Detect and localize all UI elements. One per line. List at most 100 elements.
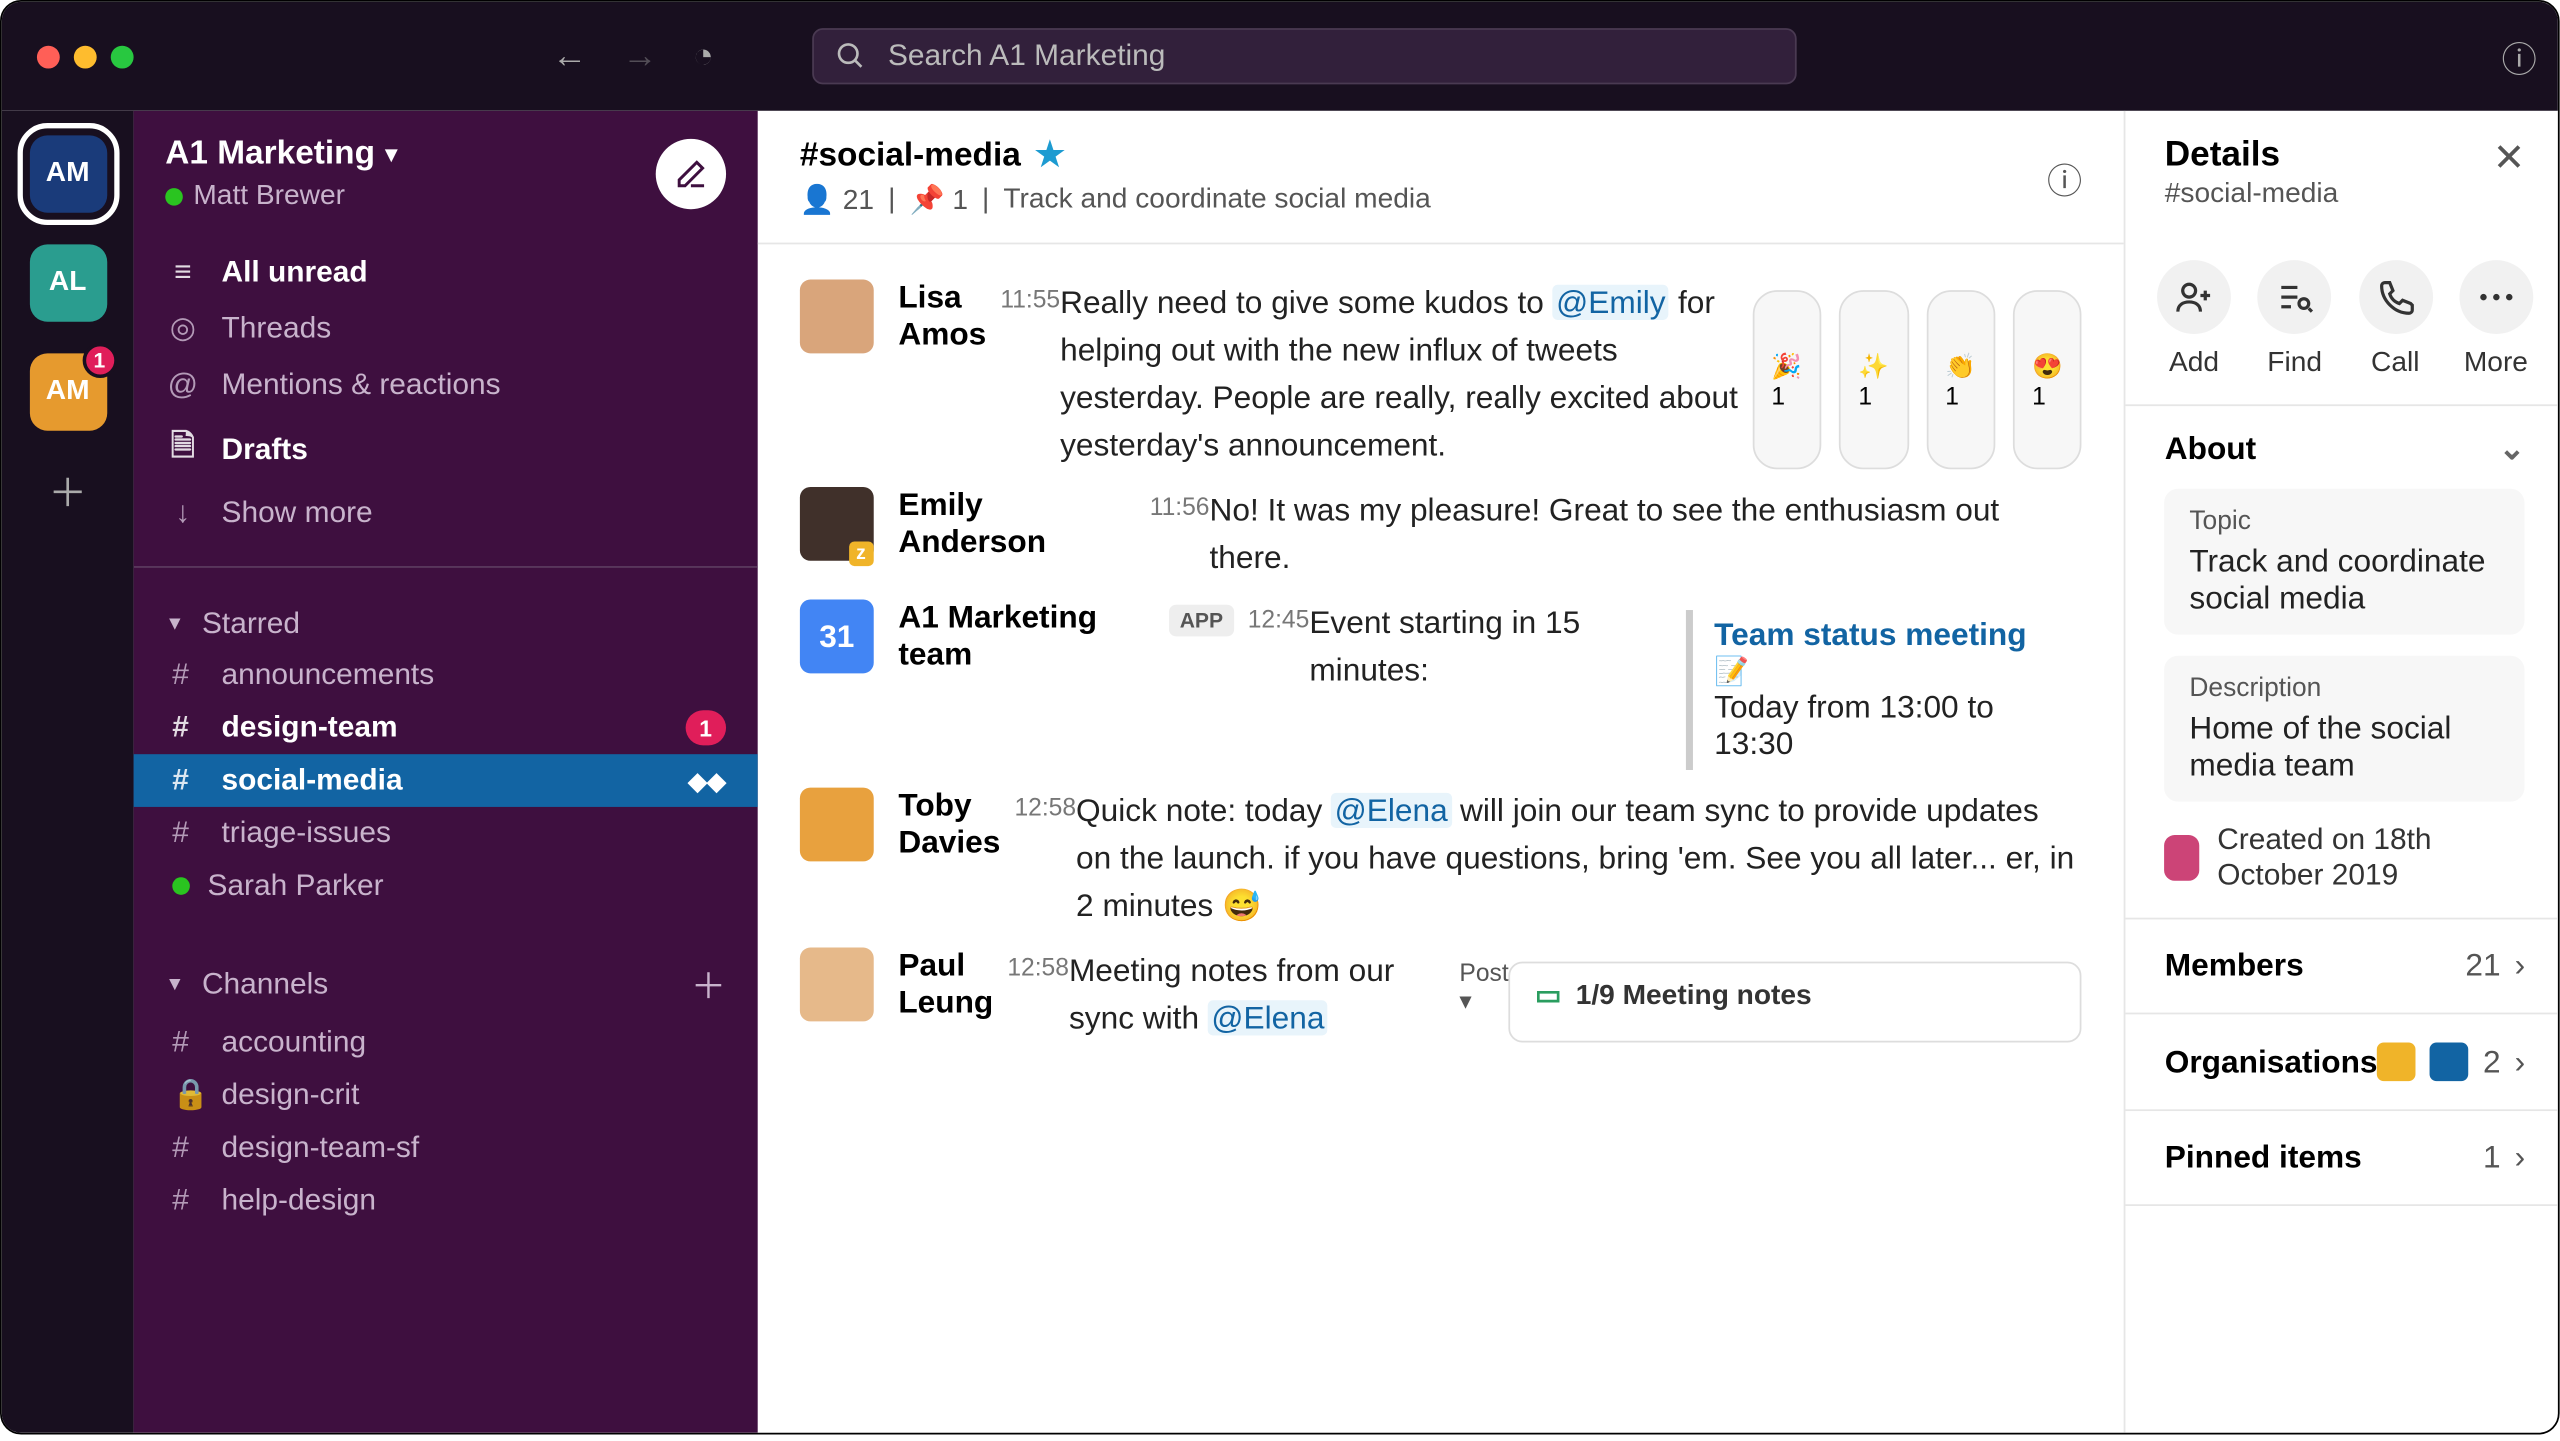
sidebar-nav-mentions-reactions[interactable]: @Mentions & reactions [134,357,758,413]
about-label[interactable]: About [2165,431,2256,468]
creator-avatar[interactable] [2165,835,2200,881]
chevron-down-icon[interactable]: ⌄ [2499,431,2526,468]
add-workspace-icon[interactable]: ＋ [48,462,87,518]
channel-item-help-design[interactable]: #help-design [134,1174,758,1227]
channel-item-Sarah Parker[interactable]: Sarah Parker [134,860,758,913]
organisations-row[interactable]: Organisations 2 › [2126,1014,2558,1111]
reaction-button[interactable]: 🎉 1 [1752,290,1821,469]
reaction-button[interactable]: ✨ 1 [1839,290,1908,469]
channel-item-announcements[interactable]: #announcements [134,649,758,702]
sidebar-nav-drafts[interactable]: 🗎Drafts [134,413,758,485]
user-avatar[interactable] [800,948,874,1022]
message-time[interactable]: 12:45 [1248,605,1310,633]
org-icon [2430,1042,2469,1081]
chevron-right-icon: › [2515,1139,2526,1176]
caret-down-icon: ▼ [165,973,184,994]
search-placeholder: Search A1 Marketing [888,39,1165,74]
find-icon [2258,260,2332,334]
history-icon[interactable]: ◔ [693,36,714,76]
close-window-icon[interactable] [37,45,60,68]
user-mention[interactable]: @Elena [1208,1000,1328,1035]
created-info: Created on 18th October 2019 [2165,823,2525,893]
details-action-find[interactable]: Find [2258,260,2332,380]
close-icon[interactable]: ✕ [2493,135,2525,181]
topic-box[interactable]: Topic Track and coordinate social media [2165,489,2525,635]
sidebar-header[interactable]: A1 Marketing ▾ Matt Brewer [134,111,758,238]
user-mention[interactable]: @Elena [1331,793,1451,828]
info-icon[interactable]: ⓘ [2047,153,2082,204]
help-icon[interactable]: ⓘ [2502,31,2537,82]
channel-prefix-icon: 🔒 [172,1078,204,1113]
members-row[interactable]: Members 21 › [2126,919,2558,1014]
user-avatar[interactable] [800,788,874,862]
channel-item-design-crit[interactable]: 🔒design-crit [134,1069,758,1122]
sidebar-nav-all-unread[interactable]: ≡All unread [134,244,758,300]
pinned-row[interactable]: Pinned items 1 › [2126,1111,2558,1206]
user-mention[interactable]: @Emily [1553,285,1670,320]
channel-item-design-team-sf[interactable]: #design-team-sf [134,1122,758,1175]
workspace-switcher-0[interactable]: AM [29,135,106,212]
details-action-add[interactable]: Add [2157,260,2231,380]
app-badge: APP [1169,605,1233,637]
message-time[interactable]: 12:58 [1007,953,1069,981]
minimize-window-icon[interactable] [74,45,97,68]
nav-icon: 🗎 [165,424,200,475]
sidebar-nav-threads[interactable]: ◎Threads [134,301,758,357]
channel-item-social-media[interactable]: #social-media◆◆ [134,754,758,807]
about-section: About ⌄ Topic Track and coordinate social… [2126,406,2558,919]
channel-prefix-icon: # [172,657,204,692]
post-toggle[interactable]: Post ▾ [1459,958,1508,1042]
message-author[interactable]: Toby Davies [898,788,1000,862]
event-attachment[interactable]: Team status meeting 📝Today from 13:00 to… [1686,610,2082,770]
event-link[interactable]: Team status meeting [1714,617,2026,652]
message-time[interactable]: 11:56 [1150,492,1210,520]
message-time[interactable]: 11:55 [1000,285,1060,313]
members-label: Members [2165,948,2304,985]
post-attachment[interactable]: ▭1/9 Meeting notes [1509,962,2082,1043]
maximize-window-icon[interactable] [111,45,134,68]
channel-prefix-icon: # [172,816,204,851]
details-title: Details [2165,135,2339,175]
channel-item-design-team[interactable]: #design-team1 [134,701,758,754]
description-box[interactable]: Description Home of the social media tea… [2165,656,2525,802]
titlebar: ← → ◔ Search A1 Marketing ⓘ [2,2,2558,111]
message-author[interactable]: Lisa Amos [898,280,986,354]
search-input[interactable]: Search A1 Marketing [812,28,1796,84]
workspace-switcher-1[interactable]: AL [29,244,106,321]
add-channel-icon[interactable]: ＋ [691,958,726,1009]
channel-item-accounting[interactable]: #accounting [134,1016,758,1069]
user-avatar[interactable] [800,280,874,354]
message-author[interactable]: Emily Anderson [898,487,1135,561]
reaction-button[interactable]: 👏 1 [1926,290,1995,469]
message-list[interactable]: Lisa Amos 11:55Really need to give some … [758,244,2125,1432]
channel-name[interactable]: #social-media [800,136,1021,175]
channel-prefix-icon: # [172,1130,204,1165]
channel-item-triage-issues[interactable]: #triage-issues [134,807,758,860]
details-action-call[interactable]: Call [2358,260,2432,380]
workspace-rail: AM AL AM1 ＋ [2,111,134,1433]
members-icon[interactable]: 👤 21 [800,183,874,218]
star-icon[interactable]: ★ [1035,135,1065,175]
starred-section-header[interactable]: ▼ Starred [134,585,758,648]
shared-channel-icon: ◆◆ [688,766,726,796]
channels-section-header[interactable]: ▼ Channels ＋ [134,937,758,1016]
forward-icon[interactable]: → [622,36,657,76]
org-icon [2378,1042,2417,1081]
user-avatar[interactable]: z [800,487,874,561]
created-text: Created on 18th October 2019 [2217,823,2525,893]
sidebar-nav-show-more[interactable]: ↓Show more [134,485,758,541]
channels-label: Channels [202,966,328,1001]
channel-topic[interactable]: Track and coordinate social media [1003,185,1430,217]
channel-prefix-icon: # [172,763,204,798]
message-author[interactable]: A1 Marketing team [898,599,1155,673]
document-icon: ▭ [1535,981,1562,1011]
workspace-switcher-2[interactable]: AM1 [29,353,106,430]
compose-button[interactable] [656,139,726,209]
back-icon[interactable]: ← [552,36,587,76]
message-time[interactable]: 12:58 [1014,793,1076,821]
pins-icon[interactable]: 📌 1 [909,183,968,218]
details-action-more[interactable]: More [2459,260,2533,380]
channel-prefix-icon: # [172,710,204,745]
reaction-button[interactable]: 😍 1 [2013,290,2082,469]
message-author[interactable]: Paul Leung [898,948,993,1022]
